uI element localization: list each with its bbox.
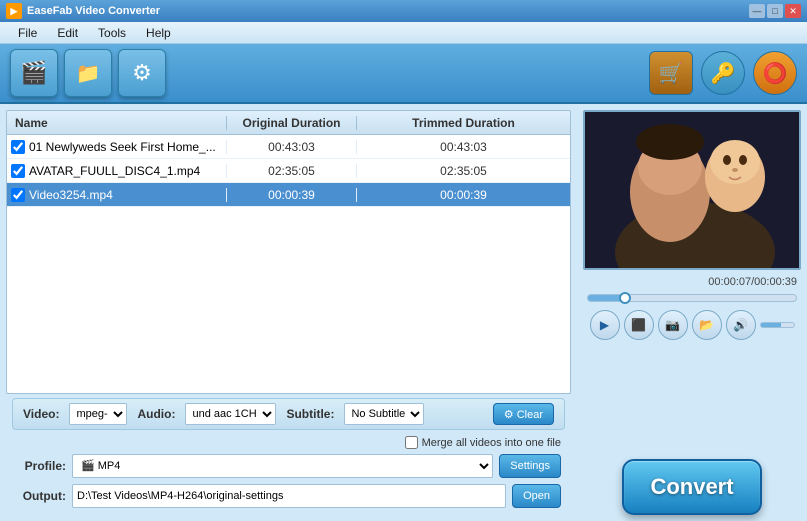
right-panel: 00:00:07/00:00:39 ▶ ⬛ 📷 📂 🔊 Convert <box>577 104 807 521</box>
close-button[interactable]: ✕ <box>785 4 801 18</box>
preview-svg <box>585 112 799 268</box>
table-row[interactable]: Video3254.mp4 00:00:39 00:00:39 <box>7 183 570 207</box>
row1-checkbox[interactable] <box>11 140 25 154</box>
clear-button[interactable]: ⚙ Clear <box>493 403 554 425</box>
subtitle-label: Subtitle: <box>286 407 334 421</box>
left-panel: Name Original Duration Trimmed Duration … <box>0 104 577 521</box>
subtitle-select[interactable]: No Subtitle <box>344 403 424 425</box>
row1-trimmed: 00:43:03 <box>357 140 570 154</box>
volume-slider[interactable] <box>760 322 795 328</box>
time-display: 00:00:07/00:00:39 <box>583 274 801 290</box>
window-controls: — □ ✕ <box>749 4 801 18</box>
output-path-input[interactable] <box>72 484 506 508</box>
audio-label: Audio: <box>137 407 175 421</box>
menu-file[interactable]: File <box>8 24 47 42</box>
bottom-controls: Video: mpeg- Audio: und aac 1CH Subtitle… <box>6 394 571 515</box>
row3-filename: Video3254.mp4 <box>29 188 113 202</box>
convert-button[interactable]: Convert <box>622 459 762 515</box>
track-row: Video: mpeg- Audio: und aac 1CH Subtitle… <box>12 398 565 430</box>
toolbar-right: 🛒 🔑 ⭕ <box>649 51 797 95</box>
table-row[interactable]: AVATAR_FUULL_DISC4_1.mp4 02:35:05 02:35:… <box>7 159 570 183</box>
profile-label: Profile: <box>16 459 66 473</box>
output-row: Output: Open <box>12 481 565 511</box>
menu-edit[interactable]: Edit <box>47 24 88 42</box>
profile-select[interactable]: 🎬 MP4 <box>72 454 493 478</box>
row3-trimmed: 00:00:39 <box>357 188 570 202</box>
table-header: Name Original Duration Trimmed Duration <box>7 111 570 135</box>
seek-bar[interactable] <box>587 294 797 302</box>
title-text: EaseFab Video Converter <box>27 5 749 17</box>
row1-filename: 01 Newlyweds Seek First Home_... <box>29 140 216 154</box>
row2-trimmed: 02:35:05 <box>357 164 570 178</box>
preview-image <box>585 112 799 268</box>
open-file-button[interactable]: 📂 <box>692 310 722 340</box>
video-label: Video: <box>23 407 59 421</box>
col-original: Original Duration <box>227 116 357 130</box>
add-video-button[interactable]: 🎬 <box>10 49 58 97</box>
app-icon: ▶ <box>6 3 22 19</box>
row2-filename: AVATAR_FUULL_DISC4_1.mp4 <box>29 164 200 178</box>
merge-checkbox[interactable] <box>405 436 418 449</box>
table-body: 01 Newlyweds Seek First Home_... 00:43:0… <box>7 135 570 393</box>
menu-help[interactable]: Help <box>136 24 181 42</box>
player-controls: ▶ ⬛ 📷 📂 🔊 <box>583 306 801 344</box>
seek-thumb[interactable] <box>619 292 631 304</box>
col-trimmed: Trimmed Duration <box>357 116 570 130</box>
row3-checkbox[interactable] <box>11 188 25 202</box>
main-content: Name Original Duration Trimmed Duration … <box>0 104 807 521</box>
profile-row: Profile: 🎬 MP4 Settings <box>12 451 565 481</box>
settings-button[interactable]: ⚙ <box>118 49 166 97</box>
play-button[interactable]: ▶ <box>590 310 620 340</box>
minimize-button[interactable]: — <box>749 4 765 18</box>
titlebar: ▶ EaseFab Video Converter — □ ✕ <box>0 0 807 22</box>
profile-settings-button[interactable]: Settings <box>499 454 561 478</box>
row2-checkbox[interactable] <box>11 164 25 178</box>
menubar: File Edit Tools Help <box>0 22 807 44</box>
volume-button[interactable]: 🔊 <box>726 310 756 340</box>
audio-select[interactable]: und aac 1CH <box>185 403 276 425</box>
file-table: Name Original Duration Trimmed Duration … <box>6 110 571 394</box>
open-folder-button[interactable]: Open <box>512 484 561 508</box>
preview-box <box>583 110 801 270</box>
col-name: Name <box>7 116 227 130</box>
basket-icon-button[interactable]: 🛒 <box>649 51 693 95</box>
help-icon-button[interactable]: ⭕ <box>753 51 797 95</box>
merge-label: Merge all videos into one file <box>422 437 561 449</box>
seek-bar-container <box>583 294 801 302</box>
output-label: Output: <box>16 489 66 503</box>
table-row[interactable]: 01 Newlyweds Seek First Home_... 00:43:0… <box>7 135 570 159</box>
maximize-button[interactable]: □ <box>767 4 783 18</box>
add-folder-button[interactable]: 📁 <box>64 49 112 97</box>
menu-tools[interactable]: Tools <box>88 24 136 42</box>
row2-original: 02:35:05 <box>227 164 357 178</box>
video-select[interactable]: mpeg- <box>69 403 127 425</box>
merge-row: Merge all videos into one file <box>12 434 565 451</box>
key-icon-button[interactable]: 🔑 <box>701 51 745 95</box>
row3-original: 00:00:39 <box>227 188 357 202</box>
stop-button[interactable]: ⬛ <box>624 310 654 340</box>
snapshot-button[interactable]: 📷 <box>658 310 688 340</box>
toolbar: 🎬 📁 ⚙ 🛒 🔑 ⭕ <box>0 44 807 104</box>
row1-original: 00:43:03 <box>227 140 357 154</box>
